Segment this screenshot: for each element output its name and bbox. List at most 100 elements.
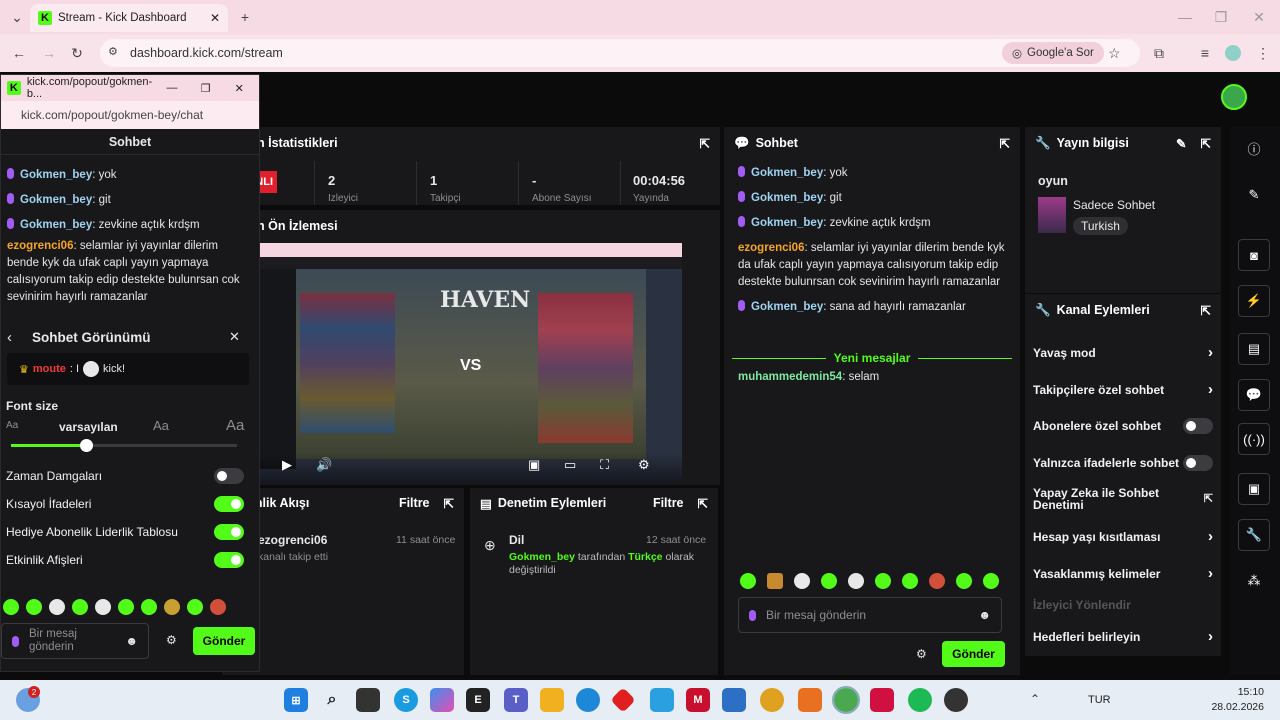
toggle-switch[interactable]: [214, 552, 244, 568]
slider-thumb[interactable]: [79, 439, 93, 452]
theater-icon[interactable]: ▭: [564, 457, 576, 473]
close-tab-icon[interactable]: ✕: [210, 11, 220, 25]
pip-icon[interactable]: ▣: [528, 457, 540, 473]
notes-icon[interactable]: ▤: [1238, 333, 1270, 365]
emoji-icon[interactable]: ☻: [125, 634, 138, 648]
setting-gift-leaderboard[interactable]: Hediye Abonelik Liderlik Tablosu: [6, 524, 244, 540]
clock-time[interactable]: 15:10: [1214, 686, 1264, 698]
action-followers-only[interactable]: Takipçilere özel sohbet ›: [1033, 381, 1213, 398]
minimize-icon[interactable]: —: [158, 82, 186, 94]
setting-shortcut-emotes[interactable]: Kısayol İfadeleri: [6, 496, 244, 512]
reload-icon[interactable]: ↻: [68, 44, 86, 62]
window-close-icon[interactable]: ✕: [225, 82, 253, 95]
browser-tab[interactable]: K Stream - Kick Dashboard ✕: [30, 4, 228, 32]
info-icon[interactable]: ⓘ: [1238, 132, 1270, 164]
emote-icon[interactable]: [210, 599, 226, 615]
setting-event-banners[interactable]: Etkinlik Afişleri: [6, 552, 244, 568]
media-icon[interactable]: ≡: [1196, 44, 1214, 62]
new-tab-button[interactable]: +: [236, 8, 254, 26]
minimize-icon[interactable]: —: [1176, 8, 1194, 26]
font-size-medium[interactable]: Aa: [153, 418, 169, 433]
toggle-switch[interactable]: [214, 524, 244, 540]
back-icon[interactable]: ←: [10, 44, 28, 62]
apps-icon[interactable]: ⁂: [1238, 565, 1270, 597]
emote-icon[interactable]: [26, 599, 42, 615]
emote-icon[interactable]: [72, 599, 88, 615]
moderation-filter-button[interactable]: Filtre: [653, 496, 684, 511]
tray-chevron-icon[interactable]: ⌃: [1030, 692, 1040, 706]
pencil-icon[interactable]: ✎: [1238, 179, 1270, 211]
user-avatar[interactable]: [1221, 84, 1247, 110]
input-language[interactable]: TUR: [1088, 694, 1111, 706]
skype-icon[interactable]: S: [394, 688, 418, 712]
settings-icon[interactable]: ⚙: [638, 457, 650, 473]
chrome-active-icon[interactable]: [832, 686, 860, 714]
chat-input[interactable]: Bir mesaj gönderin ☻: [738, 597, 1002, 633]
emoji-icon[interactable]: ☻: [978, 608, 991, 622]
emote-icon[interactable]: [187, 599, 203, 615]
toggle-switch[interactable]: [214, 496, 244, 512]
popout-icon[interactable]: ⇱: [1201, 303, 1211, 318]
popout-icon[interactable]: ⇱: [1000, 136, 1010, 151]
address-bar[interactable]: ⚙ dashboard.kick.com/stream ◎ Google'a So…: [100, 39, 1140, 67]
font-size-small[interactable]: Aa: [6, 420, 18, 431]
emote-icon[interactable]: [956, 573, 972, 589]
back-chevron-icon[interactable]: ‹: [7, 329, 12, 346]
obs-icon[interactable]: [944, 688, 968, 712]
action-banned-words[interactable]: Yasaklanmış kelimeler ›: [1033, 565, 1213, 582]
setting-timestamps[interactable]: Zaman Damgaları: [6, 468, 244, 484]
popout-icon[interactable]: ⇱: [444, 496, 454, 511]
popout-icon[interactable]: ⇱: [700, 136, 710, 151]
emote-icon[interactable]: [49, 599, 65, 615]
volume-icon[interactable]: 🔊: [316, 457, 332, 473]
action-ai-moderation[interactable]: Yapay Zeka ile Sohbet Denetimi ⇱: [1033, 487, 1213, 511]
toggle-switch[interactable]: [1183, 455, 1213, 471]
chat-icon[interactable]: 💬: [1238, 379, 1270, 411]
window-close-icon[interactable]: ✕: [1250, 8, 1268, 26]
mcafee-icon[interactable]: M: [686, 688, 710, 712]
emote-icon[interactable]: [95, 599, 111, 615]
clock-date[interactable]: 28.02.2026: [1204, 701, 1264, 713]
site-info-icon[interactable]: ⚙: [108, 45, 118, 58]
emote-icon[interactable]: [848, 573, 864, 589]
google-ask-button[interactable]: ◎ Google'a Sor: [1002, 42, 1104, 64]
send-button[interactable]: Gönder: [942, 641, 1005, 667]
edge-icon[interactable]: [576, 688, 600, 712]
action-emotes-only[interactable]: Yalnızca ifadelerle sohbet: [1033, 455, 1213, 471]
close-icon[interactable]: ✕: [229, 329, 240, 345]
screen-capture-icon[interactable]: ◙: [1238, 239, 1270, 271]
extensions-icon[interactable]: ⧉: [1150, 44, 1168, 62]
popout-chat-input[interactable]: Bir mesaj gönderin ☻: [1, 623, 149, 659]
tab-search-icon[interactable]: ⌄: [8, 9, 26, 25]
action-account-age[interactable]: Hesap yaşı kısıtlaması ›: [1033, 528, 1213, 545]
font-size-slider[interactable]: [11, 439, 237, 452]
store-icon[interactable]: [722, 688, 746, 712]
emote-icon[interactable]: [767, 573, 783, 589]
popout-url-bar[interactable]: kick.com/popout/gokmen-bey/chat: [1, 101, 259, 129]
category-name[interactable]: Sadece Sohbet: [1073, 198, 1155, 212]
fullscreen-icon[interactable]: ⛶: [600, 457, 609, 473]
font-size-large[interactable]: Aa: [226, 417, 244, 434]
font-size-default[interactable]: varsayılan: [59, 420, 118, 434]
emote-icon[interactable]: [794, 573, 810, 589]
epic-games-icon[interactable]: E: [466, 688, 490, 712]
start-icon[interactable]: ⊞: [284, 688, 308, 712]
chat-settings-icon[interactable]: ⚙: [916, 647, 927, 661]
emote-icon[interactable]: [821, 573, 837, 589]
action-goals[interactable]: Hedefleri belirleyin ›: [1033, 628, 1213, 645]
app-icon[interactable]: [610, 687, 636, 713]
emote-icon[interactable]: [740, 573, 756, 589]
profile-avatar[interactable]: [1225, 45, 1241, 61]
stream-preview[interactable]: HAVEN VS ▶ 🔊 ▣ ▭ ⛶ ⚙: [260, 243, 682, 483]
chat-settings-icon[interactable]: ⚙: [166, 633, 177, 647]
edit-icon[interactable]: ✎: [1176, 136, 1186, 151]
teams-icon[interactable]: T: [504, 688, 528, 712]
emote-icon[interactable]: [3, 599, 19, 615]
firefox-icon[interactable]: [798, 688, 822, 712]
wrench-icon[interactable]: 🔧: [1238, 519, 1270, 551]
emote-icon[interactable]: [875, 573, 891, 589]
emote-icon[interactable]: [164, 599, 180, 615]
forward-icon[interactable]: →: [40, 44, 58, 62]
play-icon[interactable]: ▶: [282, 457, 292, 473]
emote-icon[interactable]: [118, 599, 134, 615]
